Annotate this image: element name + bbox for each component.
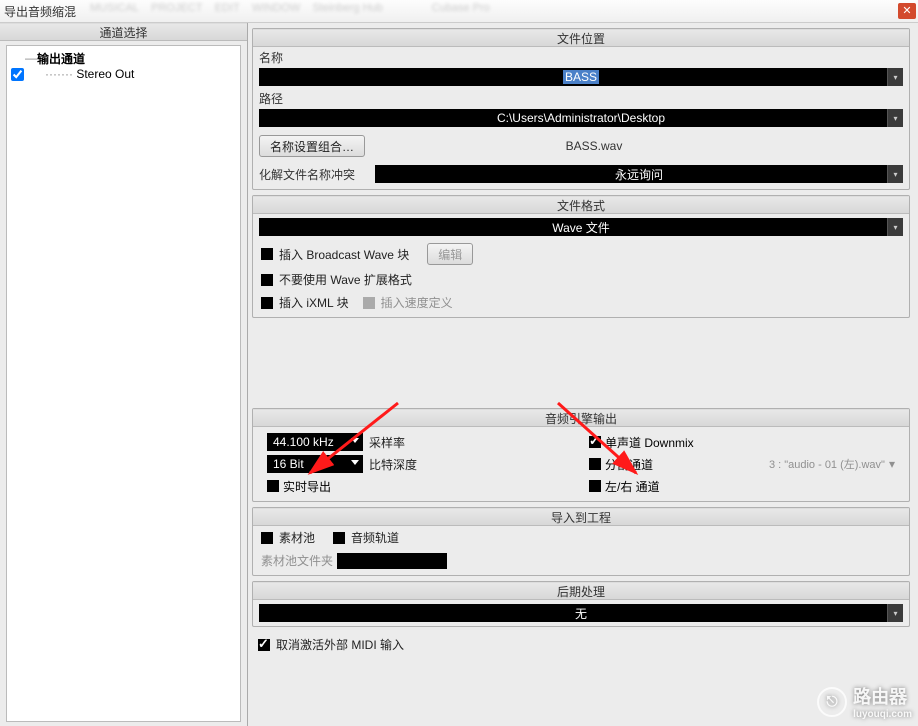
post-value: 无 bbox=[575, 605, 587, 622]
filename-display: BASS.wav bbox=[365, 139, 823, 153]
post-dropdown-icon[interactable]: ▾ bbox=[887, 604, 903, 622]
no-wave-ext-label: 不要使用 Wave 扩展格式 bbox=[279, 271, 412, 288]
import-heading: 导入到工程 bbox=[253, 508, 909, 526]
sample-rate-label: 采样率 bbox=[369, 434, 405, 451]
close-icon[interactable]: ✕ bbox=[898, 3, 916, 19]
conflict-value: 永远询问 bbox=[615, 166, 663, 183]
stereo-out-checkbox[interactable] bbox=[11, 68, 24, 81]
stereo-out-label: Stereo Out bbox=[76, 67, 134, 81]
deactivate-midi-label: 取消激活外部 MIDI 输入 bbox=[276, 636, 404, 653]
name-field[interactable]: BASS ▾ bbox=[259, 68, 903, 86]
chevron-down-icon[interactable]: ▾ bbox=[889, 457, 895, 471]
watermark-url: luyouqi.com bbox=[853, 709, 912, 720]
background-window-text: MUSICAL PROJECT EDIT WINDOW Steinberg Hu… bbox=[90, 2, 783, 20]
post-group: 后期处理 无 ▾ bbox=[252, 581, 910, 627]
file-location-group: 文件位置 名称 BASS ▾ 路径 C:\Users\Administrator… bbox=[252, 28, 910, 190]
audio-track-checkbox[interactable] bbox=[333, 532, 345, 544]
row-broadcast-wave: 插入 Broadcast Wave 块 编辑 bbox=[253, 240, 909, 268]
channel-tree[interactable]: ― 输出通道 ······· Stereo Out bbox=[6, 45, 241, 722]
split-filename-display: 3 : "audio - 01 (左).wav" bbox=[769, 456, 885, 472]
split-channels-checkbox[interactable] bbox=[589, 458, 601, 470]
engine-heading: 音频引擎输出 bbox=[253, 409, 909, 427]
bit-depth-label: 比特深度 bbox=[369, 456, 417, 473]
tree-row-output[interactable]: ― 输出通道 bbox=[7, 50, 240, 66]
name-combo-button[interactable]: 名称设置组合… bbox=[259, 135, 365, 157]
mono-downmix-label: 单声道 Downmix bbox=[605, 434, 694, 451]
chevron-down-icon bbox=[351, 460, 359, 465]
conflict-select[interactable]: 永远询问 ▾ bbox=[375, 165, 903, 183]
mono-downmix-checkbox[interactable] bbox=[589, 436, 601, 448]
tempo-checkbox bbox=[363, 297, 375, 309]
realtime-checkbox[interactable] bbox=[267, 480, 279, 492]
row-deactivate-midi: 取消激活外部 MIDI 输入 bbox=[248, 632, 914, 657]
settings-panel: 文件位置 名称 BASS ▾ 路径 C:\Users\Administrator… bbox=[248, 23, 918, 726]
conflict-label: 化解文件名称冲突 bbox=[259, 166, 369, 183]
channel-selection-heading: 通道选择 bbox=[0, 23, 247, 41]
no-wave-ext-checkbox[interactable] bbox=[261, 274, 273, 286]
window-title-bar: 导出音频缩混 MUSICAL PROJECT EDIT WINDOW Stein… bbox=[0, 0, 918, 23]
router-icon: ⎋ bbox=[817, 687, 847, 717]
pool-label: 素材池 bbox=[279, 529, 315, 546]
broadcast-wave-checkbox[interactable] bbox=[261, 248, 273, 260]
post-select[interactable]: 无 ▾ bbox=[259, 604, 903, 622]
path-label: 路径 bbox=[259, 90, 283, 107]
ixml-checkbox[interactable] bbox=[261, 297, 273, 309]
sample-rate-value: 44.100 kHz bbox=[273, 435, 334, 449]
path-field[interactable]: C:\Users\Administrator\Desktop ▾ bbox=[259, 109, 903, 127]
watermark: ⎋ 路由器 luyouqi.com bbox=[817, 683, 912, 720]
broadcast-wave-label: 插入 Broadcast Wave 块 bbox=[279, 246, 409, 263]
format-select[interactable]: Wave 文件 ▾ bbox=[259, 218, 903, 236]
import-group: 导入到工程 素材池 音频轨道 素材池文件夹 bbox=[252, 507, 910, 576]
file-location-heading: 文件位置 bbox=[253, 29, 909, 47]
sample-rate-select[interactable]: 44.100 kHz bbox=[267, 433, 363, 451]
post-heading: 后期处理 bbox=[253, 582, 909, 600]
format-dropdown-icon[interactable]: ▾ bbox=[887, 218, 903, 236]
lr-channels-checkbox[interactable] bbox=[589, 480, 601, 492]
chevron-down-icon bbox=[351, 438, 359, 443]
name-label: 名称 bbox=[259, 49, 283, 66]
row-ixml: 插入 iXML 块 插入速度定义 bbox=[253, 291, 909, 317]
output-channel-label: 输出通道 bbox=[37, 50, 85, 67]
name-dropdown-icon[interactable]: ▾ bbox=[887, 68, 903, 86]
edit-button[interactable]: 编辑 bbox=[427, 243, 473, 265]
audio-track-label: 音频轨道 bbox=[351, 529, 399, 546]
pool-checkbox[interactable] bbox=[261, 532, 273, 544]
pool-folder-label: 素材池文件夹 bbox=[261, 552, 333, 569]
deactivate-midi-checkbox[interactable] bbox=[258, 639, 270, 651]
engine-output-group: 音频引擎输出 44.100 kHz 采样率 16 Bit bbox=[252, 408, 910, 502]
watermark-brand: 路由器 bbox=[853, 687, 907, 707]
path-value: C:\Users\Administrator\Desktop bbox=[497, 111, 665, 125]
tree-row-stereo-out[interactable]: ······· Stereo Out bbox=[7, 66, 240, 82]
path-dropdown-icon[interactable]: ▾ bbox=[887, 109, 903, 127]
channel-selection-panel: 通道选择 ― 输出通道 ······· Stereo Out bbox=[0, 23, 248, 726]
bit-depth-select[interactable]: 16 Bit bbox=[267, 455, 363, 473]
pool-folder-field[interactable] bbox=[337, 553, 447, 569]
conflict-dropdown-icon[interactable]: ▾ bbox=[887, 165, 903, 183]
file-format-heading: 文件格式 bbox=[253, 196, 909, 214]
realtime-label: 实时导出 bbox=[283, 478, 331, 495]
file-format-group: 文件格式 Wave 文件 ▾ 插入 Broadcast Wave 块 编辑 不要… bbox=[252, 195, 910, 318]
format-value: Wave 文件 bbox=[552, 219, 610, 236]
tempo-label: 插入速度定义 bbox=[381, 294, 453, 311]
window-title: 导出音频缩混 bbox=[4, 3, 76, 20]
name-value: BASS bbox=[563, 70, 599, 84]
lr-channels-label: 左/右 通道 bbox=[605, 478, 660, 495]
ixml-label: 插入 iXML 块 bbox=[279, 294, 349, 311]
row-no-wave-ext: 不要使用 Wave 扩展格式 bbox=[253, 268, 909, 291]
bit-depth-value: 16 Bit bbox=[273, 457, 304, 471]
split-channels-label: 分割通道 bbox=[605, 456, 653, 473]
